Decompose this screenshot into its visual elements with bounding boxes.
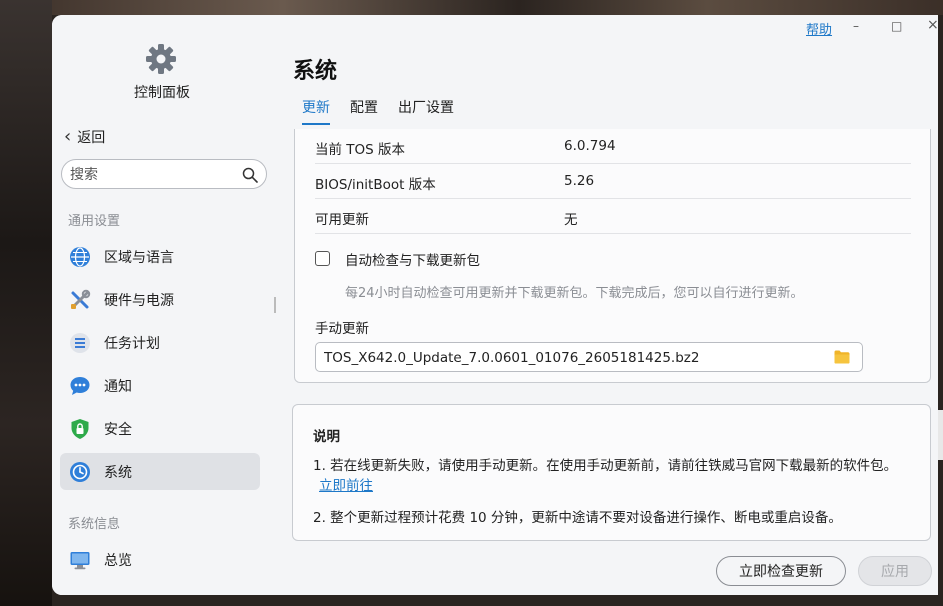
sidebar-item-label: 通知 — [104, 378, 132, 395]
row-key: 当前 TOS 版本 — [315, 142, 406, 158]
sidebar-item-security[interactable]: 安全 — [60, 410, 260, 447]
desktop-background — [0, 0, 943, 15]
tab-update[interactable]: 更新 — [302, 97, 330, 125]
sidebar-item-label: 硬件与电源 — [104, 292, 174, 309]
sidebar-item-system[interactable]: 系统 — [60, 453, 260, 490]
auto-check-hint: 每24小时自动检查可用更新并下载更新包。下载完成后，您可以自行进行更新。 — [345, 286, 804, 301]
notes-card: 说明 1. 若在线更新失败，请使用手动更新。在使用手动更新前，请前往铁威马官网下… — [292, 404, 931, 541]
sidebar-item-label: 区域与语言 — [104, 249, 174, 266]
sidebar-item-overview[interactable]: 总览 — [60, 541, 260, 578]
close-button[interactable]: × — [927, 17, 938, 33]
sidebar-item-label: 任务计划 — [104, 335, 160, 352]
gear-icon — [146, 44, 176, 74]
sidebar-item-label: 安全 — [104, 421, 132, 438]
note-1-text: 1. 若在线更新失败，请使用手动更新。在使用手动更新前，请前往铁威马官网下载最新… — [313, 458, 898, 474]
note-item-1: 1. 若在线更新失败，请使用手动更新。在使用手动更新前，请前往铁威马官网下载最新… — [313, 456, 913, 496]
app-title: 控制面板 — [134, 85, 190, 101]
update-card: 当前 TOS 版本 6.0.794 BIOS/initBoot 版本 5.26 … — [294, 129, 931, 383]
info-row-available-update: 可用更新 无 — [315, 199, 911, 234]
back-button[interactable]: ‹ 返回 — [64, 127, 105, 147]
note-item-2: 2. 整个更新过程预计花费 10 分钟，更新中途请不要对设备进行操作、断电或重启… — [313, 510, 842, 526]
page-title: 系统 — [293, 59, 338, 84]
info-row-bios-version: BIOS/initBoot 版本 5.26 — [315, 164, 911, 199]
background-window-edge — [938, 410, 943, 460]
sidebar-item-label: 系统 — [104, 464, 132, 481]
auto-check-checkbox[interactable] — [315, 251, 330, 266]
row-key: 可用更新 — [315, 212, 369, 228]
tools-icon — [71, 289, 91, 309]
section-system-info: 系统信息 — [68, 517, 121, 532]
folder-icon[interactable] — [834, 350, 850, 364]
minimize-button[interactable]: – — [853, 19, 859, 33]
manual-update-label: 手动更新 — [315, 321, 369, 337]
chevron-left-icon: ‹ — [64, 126, 72, 147]
tab-factory-reset[interactable]: 出厂设置 — [398, 97, 454, 123]
check-update-button[interactable]: 立即检查更新 — [716, 556, 846, 586]
row-value: 5.26 — [564, 173, 595, 189]
sidebar-item-label: 总览 — [104, 552, 132, 569]
tab-config[interactable]: 配置 — [350, 97, 378, 123]
sidebar-item-notification[interactable]: 通知 — [60, 367, 260, 404]
update-file-input[interactable] — [324, 348, 824, 368]
row-value: 6.0.794 — [564, 138, 616, 154]
row-value: 无 — [564, 212, 578, 228]
search-icon[interactable] — [242, 167, 258, 183]
shield-icon — [71, 418, 89, 439]
help-link[interactable]: 帮助 — [806, 19, 832, 38]
section-general-settings: 通用设置 — [68, 214, 121, 229]
auto-check-label[interactable]: 自动检查与下载更新包 — [345, 249, 480, 269]
sidebar-item-region-language[interactable]: 区域与语言 — [60, 238, 260, 275]
sidebar-item-task-schedule[interactable]: 任务计划 — [60, 324, 260, 361]
back-label: 返回 — [77, 130, 106, 146]
info-row-tos-version: 当前 TOS 版本 6.0.794 — [315, 129, 911, 164]
search-box — [61, 159, 267, 189]
globe-icon — [70, 246, 90, 267]
control-panel-window: 控制面板 ‹ 返回 通用设置 区域与语言 — [52, 15, 938, 595]
sidebar-item-hardware-power[interactable]: 硬件与电源 — [60, 281, 260, 318]
chat-bubble-icon — [70, 376, 90, 395]
task-list-icon — [70, 332, 90, 353]
maximize-button[interactable]: □ — [891, 19, 902, 33]
main-content: 帮助 – □ × 系统 更新 配置 出厂设置 当前 TOS 版本 6.0.794… — [276, 15, 938, 595]
system-clock-icon — [70, 461, 90, 482]
sidebar: 控制面板 ‹ 返回 通用设置 区域与语言 — [52, 15, 276, 595]
go-now-link[interactable]: 立即前往 — [319, 478, 373, 494]
desktop-background-left — [0, 0, 52, 606]
manual-update-file-field — [315, 342, 863, 372]
monitor-icon — [70, 551, 90, 569]
notes-title: 说明 — [313, 429, 340, 445]
search-input[interactable] — [70, 165, 230, 185]
row-key: BIOS/initBoot 版本 — [315, 177, 436, 193]
apply-button[interactable]: 应用 — [858, 556, 932, 586]
